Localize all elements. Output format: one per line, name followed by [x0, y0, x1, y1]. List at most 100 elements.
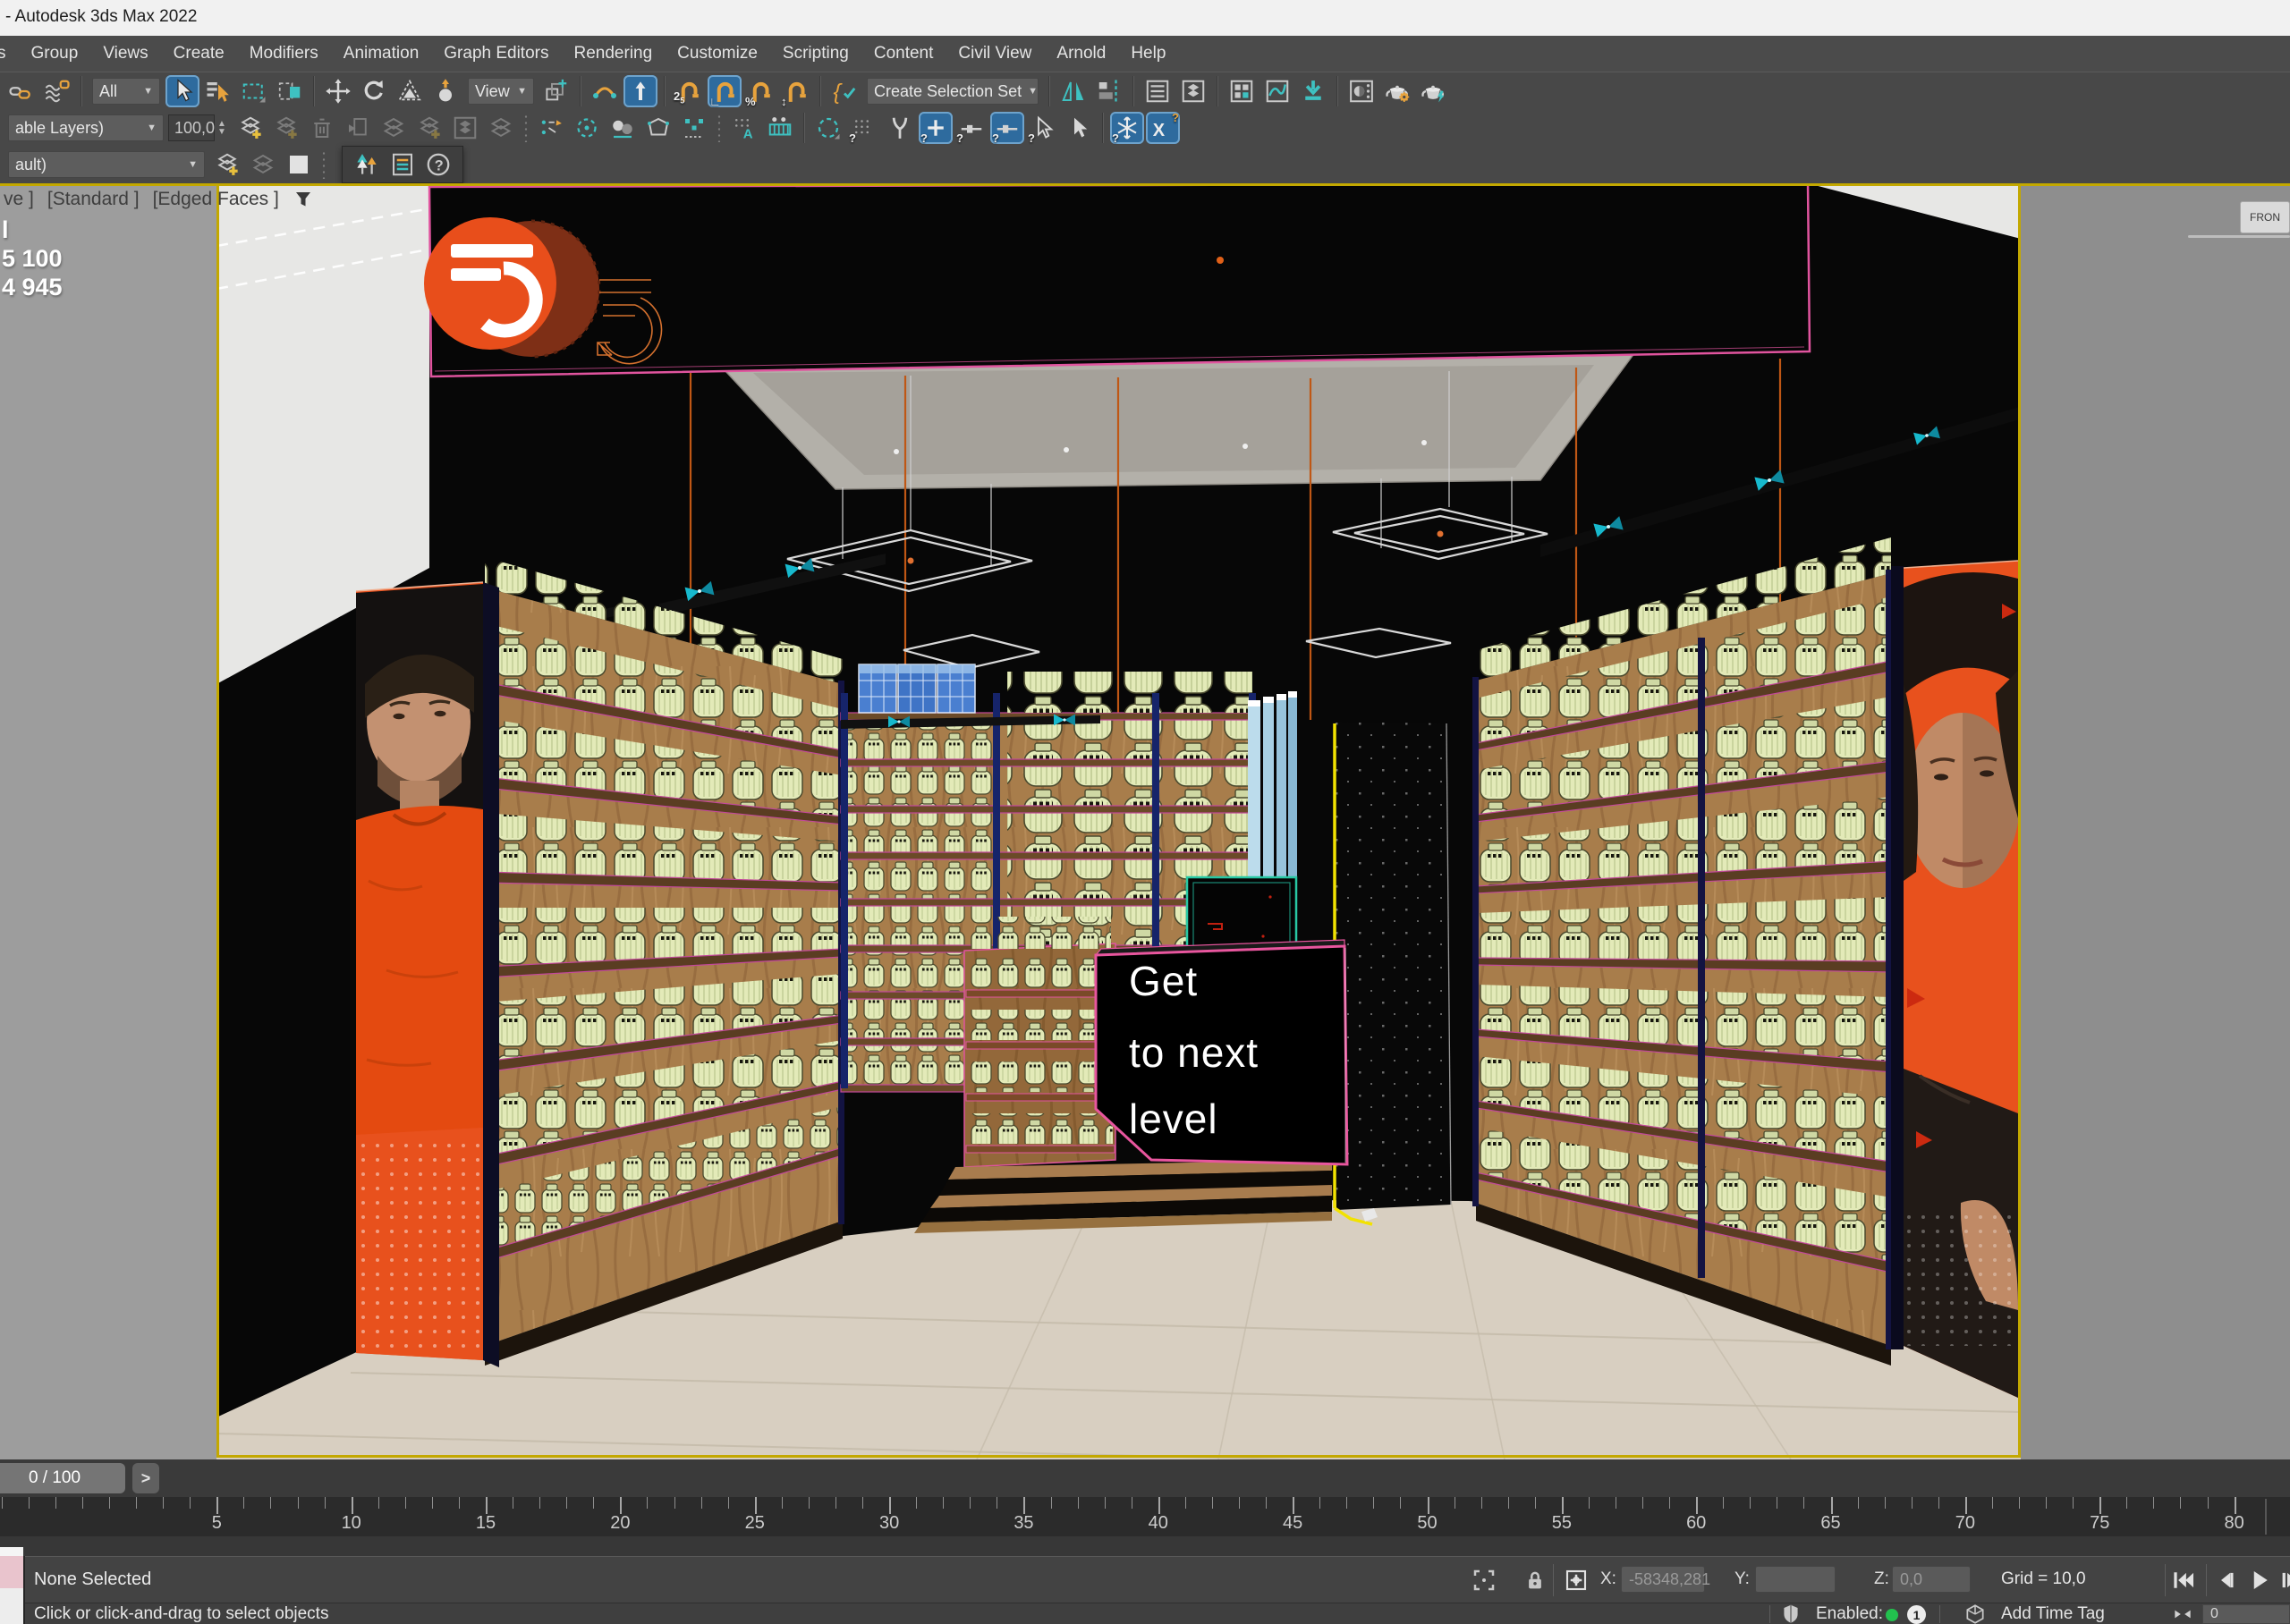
perspective-viewport[interactable]: Get to next level — [216, 183, 2021, 1459]
reference-coordinate-system-dropdown[interactable]: View▼ — [468, 78, 534, 105]
menu-item-help[interactable]: Help — [1131, 44, 1166, 63]
slider-snap-toggle-button[interactable]: ? — [990, 112, 1024, 144]
layer-hierarchy-button[interactable] — [448, 112, 482, 144]
clone-and-align-button[interactable] — [606, 112, 640, 144]
play-animation-button[interactable] — [2243, 1564, 2276, 1596]
help-button[interactable] — [421, 148, 455, 181]
autogrid-button[interactable] — [727, 112, 761, 144]
time-slider-track[interactable]: 0 / 100 > — [0, 1459, 2290, 1497]
time-slider-handle[interactable]: 0 / 100 — [0, 1463, 125, 1493]
layer-properties-button[interactable] — [341, 112, 375, 144]
value-spinner[interactable]: ▲▼ — [215, 114, 229, 141]
macro-recorder-strip[interactable] — [0, 1556, 25, 1588]
toggle-layer-explorer-button[interactable] — [1176, 75, 1210, 107]
mini-listener-strip[interactable] — [0, 1588, 25, 1624]
forest-tools-button[interactable] — [350, 148, 384, 181]
slider-snap-button[interactable]: ? — [954, 112, 988, 144]
y-coordinate-field[interactable] — [1755, 1566, 1836, 1593]
menu-item-views[interactable]: Views — [103, 44, 148, 63]
go-to-start-button[interactable] — [2168, 1564, 2201, 1596]
menu-item-arnold[interactable]: Arnold — [1056, 44, 1106, 63]
window-crossing-toggle-button[interactable] — [273, 75, 307, 107]
spinner-snap-toggle-button[interactable]: ↕ — [779, 75, 813, 107]
viewport-filter-icon[interactable] — [293, 189, 314, 210]
array-tool-button[interactable] — [534, 112, 568, 144]
menu-item-rendering[interactable]: Rendering — [574, 44, 653, 63]
viewport-edged-faces-label[interactable]: [Edged Faces ] — [153, 189, 279, 210]
use-pivot-point-center-button[interactable] — [539, 75, 573, 107]
toggle-scene-explorer-button[interactable] — [1141, 75, 1175, 107]
edit-named-selection-sets-button[interactable] — [827, 75, 861, 107]
pick-pivot-button[interactable] — [883, 112, 917, 144]
color-swatch-button[interactable] — [282, 148, 316, 181]
snaps-toggle-button[interactable]: 25 — [672, 75, 706, 107]
adaptive-degradation-shield-icon[interactable] — [1777, 1603, 1805, 1624]
next-frame-button[interactable] — [2276, 1564, 2290, 1596]
keyboard-panel-button[interactable] — [763, 112, 797, 144]
keyboard-shortcut-override-button[interactable] — [623, 75, 657, 107]
create-new-layer-button[interactable] — [233, 112, 267, 144]
layer-stack-button[interactable] — [246, 148, 280, 181]
spacing-tool-button[interactable] — [570, 112, 604, 144]
menu-item-animation[interactable]: Animation — [344, 44, 420, 63]
menu-item-customize[interactable]: Customize — [677, 44, 758, 63]
add-selection-to-layer-button[interactable] — [269, 112, 303, 144]
menu-item-civil-view[interactable]: Civil View — [958, 44, 1031, 63]
absolute-mode-transform-button[interactable] — [1560, 1564, 1592, 1596]
x-override-toggle-button[interactable]: ? — [1146, 112, 1180, 144]
curve-editor-button[interactable] — [1260, 75, 1294, 107]
frame-number-field[interactable]: 0 — [2202, 1604, 2290, 1624]
time-slider-advance-button[interactable]: > — [132, 1463, 159, 1493]
selection-filter-dropdown[interactable]: All▼ — [92, 78, 160, 105]
rendered-frame-window-button[interactable] — [1416, 75, 1450, 107]
select-object-button[interactable] — [165, 75, 199, 107]
delete-layer-button[interactable] — [305, 112, 339, 144]
z-coordinate-field[interactable]: 0,0 — [1892, 1566, 1971, 1593]
x-coordinate-field[interactable]: -58348,281 — [1621, 1566, 1705, 1593]
schematic-view-button[interactable] — [1296, 75, 1330, 107]
grid-tools-button[interactable] — [677, 112, 711, 144]
freeze-override-toggle-button[interactable]: ? — [1110, 112, 1144, 144]
active-layer-dropdown[interactable]: ault)▼ — [8, 151, 205, 178]
angle-snap-toggle-button[interactable]: ∟ — [708, 75, 742, 107]
select-and-link-button[interactable] — [4, 75, 38, 107]
menu-item-create[interactable]: Create — [174, 44, 225, 63]
menu-item-content[interactable]: Content — [874, 44, 934, 63]
select-and-rotate-button[interactable] — [357, 75, 391, 107]
snap-add-toggle-button[interactable]: ? — [919, 112, 953, 144]
select-and-scale-button[interactable] — [393, 75, 427, 107]
viewport-shading-label[interactable]: [Standard ] — [47, 189, 140, 210]
menu-item[interactable]: s — [0, 44, 6, 63]
enabled-count-badge[interactable]: 1 — [1907, 1605, 1926, 1624]
menu-item-scripting[interactable]: Scripting — [783, 44, 849, 63]
track-bar[interactable]: 5101520253035404550556065707580 — [0, 1497, 2290, 1537]
select-by-name-button[interactable] — [201, 75, 235, 107]
material-editor-button[interactable] — [1344, 75, 1378, 107]
layers-list-dropdown[interactable]: able Layers)▼ — [8, 114, 164, 141]
edit-poly-mode-button[interactable] — [641, 112, 675, 144]
selection-lock-toggle[interactable] — [1519, 1564, 1551, 1596]
mirror-button[interactable] — [1056, 75, 1090, 107]
menu-item-group[interactable]: Group — [31, 44, 79, 63]
grid-snap-override-button[interactable]: ? — [847, 112, 881, 144]
select-and-manipulate-button[interactable] — [588, 75, 622, 107]
document-report-button[interactable] — [386, 148, 420, 181]
render-setup-button[interactable] — [1380, 75, 1414, 107]
merge-layers-button[interactable] — [484, 112, 518, 144]
toggle-ribbon-button[interactable] — [1225, 75, 1259, 107]
transform-value-field[interactable]: 100,0 — [168, 114, 215, 141]
menu-item-graph-editors[interactable]: Graph Editors — [444, 44, 548, 63]
soft-selection-button[interactable] — [811, 112, 845, 144]
bind-to-space-warp-button[interactable] — [40, 75, 74, 107]
align-button[interactable] — [1092, 75, 1126, 107]
rectangular-selection-region-button[interactable] — [237, 75, 271, 107]
previous-frame-button[interactable] — [2209, 1564, 2242, 1596]
named-selection-sets-dropdown[interactable]: Create Selection Set▼ — [867, 78, 1039, 105]
viewport-mask-left[interactable] — [0, 183, 216, 1459]
isolate-selection-toggle[interactable] — [1468, 1564, 1500, 1596]
viewport-mask-right[interactable] — [2021, 183, 2290, 1459]
selection-mode-button[interactable] — [1062, 112, 1096, 144]
viewport-pov-label[interactable]: ve ] — [4, 189, 34, 210]
select-and-place-button[interactable] — [428, 75, 462, 107]
select-objects-in-layer-button[interactable] — [377, 112, 411, 144]
